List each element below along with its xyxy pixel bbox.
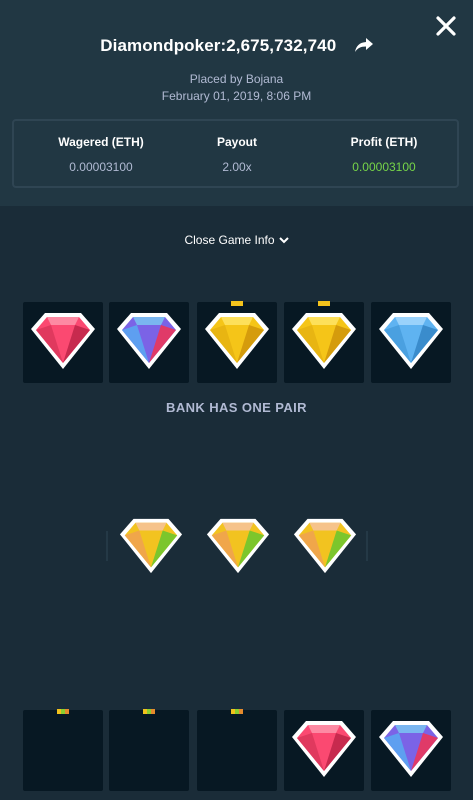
purple-gem-icon [117, 313, 181, 369]
card-marker [143, 709, 155, 714]
orange-gem-icon [119, 518, 183, 574]
bank-card-1 [23, 302, 103, 383]
bank-card-2 [109, 302, 189, 383]
game-info-header: Diamondpoker:2,675,732,740 Placed by Boj… [0, 0, 473, 206]
close-game-info-toggle[interactable]: Close Game Info [0, 233, 473, 247]
bet-date: February 01, 2019, 8:06 PM [161, 89, 312, 103]
placed-by-text: Placed by Bojana [189, 72, 284, 86]
wagered-value: 0.00003100 [69, 160, 133, 174]
purple-gem-icon [379, 721, 443, 777]
chevron-down-icon [278, 237, 289, 244]
wagered-stat: Wagered (ETH) 0.00003100 [26, 135, 176, 174]
payout-stat: Payout 2.00x [162, 135, 312, 174]
player-card-5 [371, 710, 451, 791]
share-icon[interactable] [354, 38, 373, 53]
player-card-2 [109, 709, 189, 791]
title-row: Diamondpoker:2,675,732,740 [0, 36, 473, 56]
red-gem-icon [292, 721, 356, 777]
profit-stat: Profit (ETH) 0.00003100 [309, 135, 459, 174]
pair-marker [231, 301, 243, 306]
profit-label: Profit (ETH) [350, 135, 418, 149]
player-card-3 [197, 709, 277, 791]
payout-label: Payout [216, 135, 257, 149]
blue-gem-icon [379, 313, 443, 369]
red-gem-icon [31, 313, 95, 369]
center-divider-left [106, 531, 108, 561]
bank-result-text: BANK HAS ONE PAIR [166, 400, 307, 415]
payout-value: 2.00x [222, 160, 252, 174]
toggle-label: Close Game Info [184, 233, 275, 247]
profit-value: 0.00003100 [352, 160, 416, 174]
bank-card-3 [197, 301, 277, 383]
close-icon[interactable] [434, 14, 458, 38]
bank-card-5 [371, 302, 451, 383]
orange-gem-icon [293, 518, 357, 574]
player-card-4 [284, 710, 364, 791]
yellow-gem-icon [205, 313, 269, 369]
wagered-label: Wagered (ETH) [58, 135, 144, 149]
center-divider-right [366, 531, 368, 561]
bank-card-4 [284, 301, 364, 383]
bet-title: Diamondpoker:2,675,732,740 [100, 36, 337, 55]
orange-gem-icon [206, 518, 270, 574]
card-marker [57, 709, 69, 714]
pair-marker [318, 301, 330, 306]
bet-stats-panel: Wagered (ETH) 0.00003100 Payout 2.00x Pr… [12, 119, 459, 188]
card-marker [231, 709, 243, 714]
player-card-1 [23, 709, 103, 791]
yellow-gem-icon [292, 313, 356, 369]
